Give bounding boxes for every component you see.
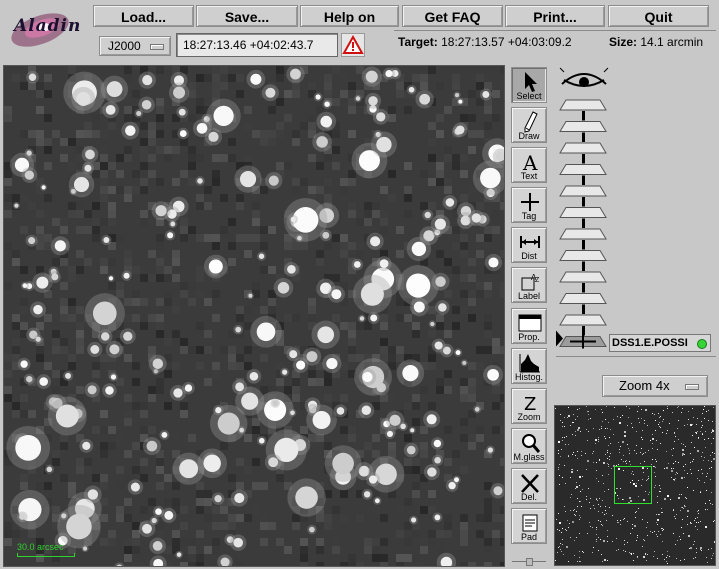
zoom-select[interactable]: Zoom 4x [602, 375, 708, 397]
eye-icon[interactable] [559, 67, 609, 87]
distance-icon [520, 236, 540, 248]
dropdown-icon [150, 44, 164, 50]
delete-tool-button[interactable]: Del. [511, 468, 547, 504]
load-button[interactable]: Load... [93, 5, 194, 27]
plane-layer[interactable] [559, 164, 607, 175]
star-field-image [4, 66, 504, 566]
window-icon [518, 314, 542, 332]
dist-tool-label: Dist [521, 251, 537, 261]
plane-stack-graphic [556, 67, 609, 349]
plane-status-icon [697, 339, 707, 349]
size-info: Size: 14.1 arcmin [609, 30, 703, 56]
select-tool-button[interactable]: Select [511, 67, 547, 103]
histogram-tool-label: Histog. [514, 372, 543, 382]
dropdown-icon [685, 384, 699, 390]
active-plane-label[interactable]: DSS1.E.POSSI [609, 334, 711, 352]
svg-text:Z: Z [524, 394, 536, 414]
letter-a-icon: A [522, 151, 538, 173]
sky-image-view[interactable] [3, 65, 505, 567]
plane-layer[interactable] [559, 207, 607, 218]
stack-divider [556, 356, 716, 357]
plane-layer[interactable] [559, 228, 607, 240]
text-tool-label: Text [520, 171, 538, 181]
zoom-value: Zoom 4x [619, 378, 670, 393]
tool-slider-knob[interactable] [526, 558, 533, 566]
svg-text:Z: Z [535, 277, 540, 284]
plane-layer[interactable] [559, 250, 607, 261]
plane-layer[interactable] [559, 185, 607, 197]
target-value: 18:27:13.57 +04:03:09.2 [441, 35, 572, 49]
target-label: Target: [398, 35, 438, 49]
pad-tool-label: Pad [520, 532, 537, 542]
cross-icon [521, 474, 539, 493]
letter-z-icon: Z [524, 394, 536, 414]
magnifier-icon [522, 434, 540, 453]
prop-tool-button[interactable]: Prop. [511, 308, 547, 344]
zoom-tool-button[interactable]: Z Zoom [511, 388, 547, 424]
pad-tool-button[interactable]: Pad [511, 508, 547, 544]
plane-layer[interactable] [559, 271, 607, 283]
faq-button[interactable]: Get FAQ [402, 5, 503, 27]
plane-layer[interactable] [559, 314, 607, 326]
prop-tool-label: Prop. [518, 332, 540, 342]
plane-layer[interactable] [559, 99, 607, 111]
help-button[interactable]: Help on [300, 5, 399, 27]
warning-icon [342, 34, 364, 54]
draw-tool-button[interactable]: Draw [511, 107, 547, 143]
frame-value: J2000 [108, 39, 141, 53]
logo-text: Aladin [14, 16, 82, 36]
zoom-tool-label: Zoom [517, 412, 541, 422]
notepad-icon [522, 514, 538, 532]
label-tool-label: Label [517, 291, 541, 301]
draw-tool-label: Draw [518, 131, 540, 141]
svg-text:A: A [522, 151, 538, 173]
select-tool-label: Select [516, 91, 542, 101]
pencil-icon [524, 111, 538, 133]
magnifier-tool-button[interactable]: M.glass [511, 428, 547, 464]
scale-label: 30.0 arcsec [17, 542, 64, 552]
coordinate-field[interactable]: 18:27:13.46 +04:02:43.7 [176, 33, 338, 57]
size-value: 14.1 arcmin [640, 35, 704, 49]
label-icon: AZ [521, 273, 540, 291]
plane-stack[interactable] [556, 62, 616, 356]
scale-bar [17, 553, 75, 557]
tag-tool-label: Tag [521, 211, 537, 221]
text-tool-button[interactable]: A Text [511, 147, 547, 183]
plane-layer[interactable] [559, 293, 607, 304]
label-tool-button[interactable]: AZ Label [511, 267, 547, 303]
histogram-icon [519, 354, 540, 373]
size-label: Size: [609, 35, 638, 49]
plane-name: DSS1.E.POSSI [612, 337, 688, 349]
quit-button[interactable]: Quit [608, 5, 709, 27]
magnifier-tool-label: M.glass [513, 452, 545, 462]
arrow-cursor-icon [525, 72, 537, 92]
save-button[interactable]: Save... [196, 5, 298, 27]
target-info: Target: 18:27:13.57 +04:03:09.2 [398, 30, 572, 56]
coordinate-frame-select[interactable]: J2000 [99, 36, 171, 56]
plane-layer[interactable] [559, 142, 607, 154]
dist-tool-button[interactable]: Dist [511, 227, 547, 263]
plane-layer[interactable] [559, 121, 607, 132]
delete-tool-label: Del. [520, 492, 537, 502]
tag-tool-button[interactable]: Tag [511, 187, 547, 223]
print-button[interactable]: Print... [505, 5, 605, 27]
warning-button[interactable] [341, 33, 365, 57]
histogram-tool-button[interactable]: Histog. [511, 348, 547, 384]
crosshair-icon [521, 193, 539, 211]
overview-view-rectangle[interactable] [614, 466, 652, 504]
